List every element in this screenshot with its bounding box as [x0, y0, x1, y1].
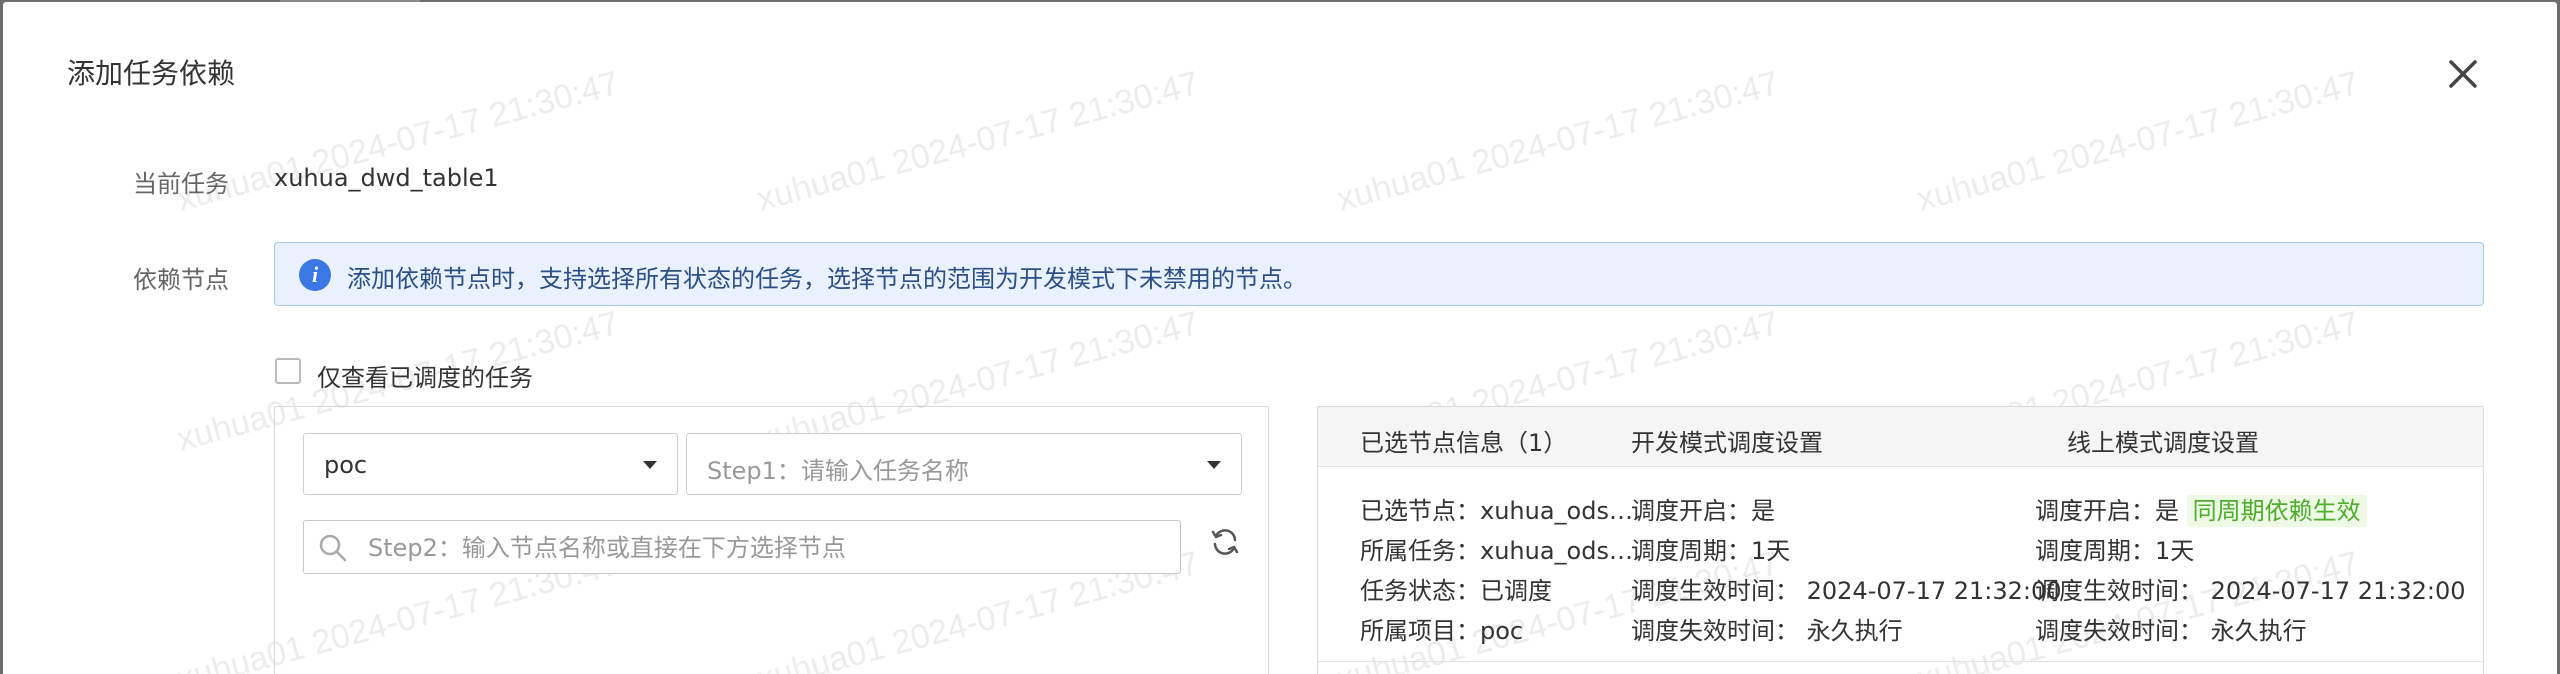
selected-node-name: 已选节点：xuhua_ods…	[1360, 497, 1633, 525]
add-task-dependency-dialog: xuhua01 2024-07-17 21:30:47 xuhua01 2024…	[3, 2, 2557, 674]
online-enabled-text: 调度开启：是	[2035, 497, 2179, 525]
online-schedule-cycle: 调度周期：1天	[2035, 537, 2195, 565]
header-dev-schedule: 开发模式调度设置	[1631, 429, 1823, 457]
dependency-node-label: 依赖节点	[133, 266, 229, 294]
chevron-down-icon	[643, 461, 657, 469]
project-select[interactable]: poc	[303, 433, 678, 495]
scheduled-only-checkbox[interactable]	[275, 358, 301, 384]
alert-text: 添加依赖节点时，支持选择所有状态的任务，选择节点的范围为开发模式下未禁用的节点。	[347, 265, 1307, 293]
node-selector-panel: poc Step1：请输入任务名称	[274, 406, 1269, 674]
node-search-input[interactable]	[366, 531, 1160, 565]
row-divider	[1318, 661, 2483, 662]
selected-nodes-header: 已选节点信息（1） 开发模式调度设置 线上模式调度设置	[1318, 407, 2483, 467]
dev-schedule-cycle: 调度周期：1天	[1631, 537, 1791, 565]
dev-schedule-enabled: 调度开启：是	[1631, 497, 1775, 525]
close-icon	[2449, 60, 2477, 88]
watermark: xuhua01 2024-07-17 21:30:47	[1913, 64, 2363, 219]
current-task-value: xuhua_dwd_table1	[274, 164, 499, 192]
selected-node-project: 所属项目：poc	[1360, 617, 1524, 645]
dev-schedule-start: 调度生效时间： 2024-07-17 21:32:00	[1631, 577, 2062, 605]
info-icon: i	[299, 259, 331, 291]
node-search-field[interactable]	[303, 520, 1181, 574]
search-icon	[319, 534, 347, 562]
dialog-title: 添加任务依赖	[67, 57, 236, 90]
header-online-schedule: 线上模式调度设置	[2067, 429, 2259, 457]
scheduled-only-label[interactable]: 仅查看已调度的任务	[317, 358, 533, 393]
watermark: xuhua01 2024-07-17 21:30:47	[1333, 64, 1783, 219]
refresh-icon[interactable]	[1209, 526, 1241, 558]
task-select-placeholder: Step1：请输入任务名称	[707, 457, 969, 485]
watermark: xuhua01 2024-07-17 21:30:47	[753, 64, 1203, 219]
task-select[interactable]: Step1：请输入任务名称	[686, 433, 1242, 495]
online-schedule-start: 调度生效时间： 2024-07-17 21:32:00	[2035, 577, 2466, 605]
same-cycle-dependency-badge: 同周期依赖生效	[2186, 495, 2367, 527]
selected-nodes-panel: 已选节点信息（1） 开发模式调度设置 线上模式调度设置 已选节点：xuhua_o…	[1317, 406, 2484, 674]
header-selected-info: 已选节点信息（1）	[1360, 429, 1568, 457]
selected-node-status: 任务状态：已调度	[1360, 577, 1552, 605]
online-schedule-end: 调度失效时间： 永久执行	[2035, 617, 2307, 645]
info-alert: i 添加依赖节点时，支持选择所有状态的任务，选择节点的范围为开发模式下未禁用的节…	[274, 242, 2484, 306]
online-schedule-enabled: 调度开启：是 同周期依赖生效	[2035, 491, 2367, 527]
dev-schedule-end: 调度失效时间： 永久执行	[1631, 617, 1903, 645]
project-select-value: poc	[324, 451, 368, 479]
watermark: xuhua01 2024-07-17 21:30:47	[173, 64, 623, 219]
current-task-label: 当前任务	[133, 170, 229, 198]
selected-node-task: 所属任务：xuhua_ods…	[1360, 537, 1633, 565]
close-button[interactable]	[2445, 56, 2481, 92]
chevron-down-icon	[1207, 461, 1221, 469]
